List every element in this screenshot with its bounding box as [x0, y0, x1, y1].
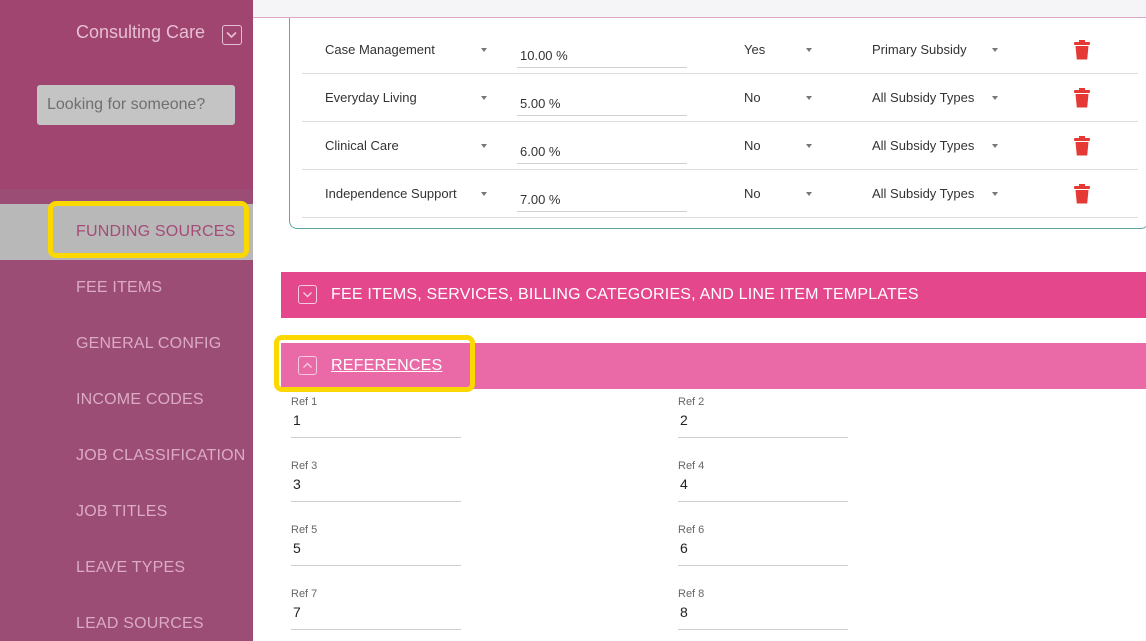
dropdown-arrow-icon[interactable]: [481, 144, 487, 148]
trash-icon[interactable]: [1074, 88, 1090, 111]
category-select[interactable]: Independence Support: [325, 186, 457, 201]
funding-table: Case Management 10.00 % Yes Primary Subs…: [289, 18, 1146, 229]
flag-select[interactable]: No: [744, 90, 761, 105]
ref-4-value: 4: [680, 476, 688, 492]
trash-icon[interactable]: [1074, 40, 1090, 63]
sidebar-item-job-classification[interactable]: JOB CLASSIFICATION: [0, 428, 253, 484]
sidebar-item-label: JOB CLASSIFICATION: [76, 447, 246, 464]
fee-items-section-header[interactable]: FEE ITEMS, SERVICES, BILLING CATEGORIES,…: [281, 272, 1146, 318]
sidebar-item-label: GENERAL CONFIG: [76, 335, 222, 352]
chevron-down-icon[interactable]: [298, 285, 317, 304]
category-select[interactable]: Case Management: [325, 42, 435, 57]
ref-8-label: Ref 8: [678, 588, 705, 600]
sidebar-item-label: LEAD SOURCES: [76, 615, 204, 632]
dropdown-arrow-icon[interactable]: [806, 96, 812, 100]
percent-value: 5.00 %: [520, 96, 561, 111]
ref-3-label: Ref 3: [291, 460, 318, 472]
sidebar-item-label: LEAVE TYPES: [76, 559, 186, 576]
percent-value: 6.00 %: [520, 144, 561, 159]
sidebar-item-general-config[interactable]: GENERAL CONFIG: [0, 316, 253, 372]
table-row: Clinical Care 6.00 % No All Subsidy Type…: [302, 122, 1138, 170]
table-row: Independence Support 7.00 % No All Subsi…: [302, 170, 1138, 218]
dropdown-arrow-icon[interactable]: [806, 48, 812, 52]
subsidy-select[interactable]: Primary Subsidy: [872, 42, 967, 57]
sidebar-item-leave-types[interactable]: LEAVE TYPES: [0, 540, 253, 596]
ref-1-field[interactable]: Ref 1 1: [291, 396, 461, 438]
flag-select[interactable]: Yes: [744, 42, 765, 57]
ref-1-value: 1: [293, 412, 301, 428]
chevron-up-icon[interactable]: [298, 356, 317, 375]
ref-2-value: 2: [680, 412, 688, 428]
sidebar-item-fee-items[interactable]: FEE ITEMS: [0, 260, 253, 316]
ref-7-value: 7: [293, 604, 301, 620]
dropdown-arrow-icon[interactable]: [992, 192, 998, 196]
subsidy-select[interactable]: All Subsidy Types: [872, 186, 974, 201]
ref-5-label: Ref 5: [291, 524, 318, 536]
sidebar-item-lead-sources[interactable]: LEAD SOURCES: [0, 596, 253, 641]
ref-1-label: Ref 1: [291, 396, 318, 408]
percent-input[interactable]: 7.00 %: [517, 182, 687, 212]
percent-value: 7.00 %: [520, 192, 561, 207]
category-select[interactable]: Clinical Care: [325, 138, 399, 153]
percent-input[interactable]: 6.00 %: [517, 134, 687, 164]
table-row: Case Management 10.00 % Yes Primary Subs…: [302, 26, 1138, 74]
org-name[interactable]: Consulting Care: [76, 22, 205, 43]
sidebar-item-label: INCOME CODES: [76, 391, 204, 408]
sidebar-header: Consulting Care: [0, 0, 253, 189]
subsidy-select[interactable]: All Subsidy Types: [872, 90, 974, 105]
percent-input[interactable]: 5.00 %: [517, 86, 687, 116]
ref-7-label: Ref 7: [291, 588, 318, 600]
chevron-down-icon[interactable]: [222, 25, 242, 45]
ref-8-field[interactable]: Ref 8 8: [678, 588, 848, 630]
table-row: Everyday Living 5.00 % No All Subsidy Ty…: [302, 74, 1138, 122]
percent-input[interactable]: 10.00 %: [517, 38, 687, 68]
sidebar-item-label: JOB TITLES: [76, 503, 168, 520]
ref-5-value: 5: [293, 540, 301, 556]
trash-icon[interactable]: [1074, 184, 1090, 207]
ref-6-label: Ref 6: [678, 524, 705, 536]
sidebar-item-job-titles[interactable]: JOB TITLES: [0, 484, 253, 540]
flag-select[interactable]: No: [744, 138, 761, 153]
percent-value: 10.00 %: [520, 48, 568, 63]
ref-7-field[interactable]: Ref 7 7: [291, 588, 461, 630]
flag-select[interactable]: No: [744, 186, 761, 201]
ref-3-field[interactable]: Ref 3 3: [291, 460, 461, 502]
trash-icon[interactable]: [1074, 136, 1090, 159]
ref-4-label: Ref 4: [678, 460, 705, 472]
ref-3-value: 3: [293, 476, 301, 492]
sidebar-item-label: FEE ITEMS: [76, 279, 163, 296]
sidebar-item-funding-sources[interactable]: FUNDING SOURCES: [0, 204, 253, 260]
sidebar-item-income-codes[interactable]: INCOME CODES: [0, 372, 253, 428]
dropdown-arrow-icon[interactable]: [481, 96, 487, 100]
subsidy-select[interactable]: All Subsidy Types: [872, 138, 974, 153]
dropdown-arrow-icon[interactable]: [806, 144, 812, 148]
ref-4-field[interactable]: Ref 4 4: [678, 460, 848, 502]
main-content: Case Management 10.00 % Yes Primary Subs…: [253, 0, 1146, 641]
ref-8-value: 8: [680, 604, 688, 620]
dropdown-arrow-icon[interactable]: [806, 192, 812, 196]
dropdown-arrow-icon[interactable]: [992, 48, 998, 52]
search-input[interactable]: [37, 85, 235, 125]
ref-2-label: Ref 2: [678, 396, 705, 408]
fee-items-section-title: FEE ITEMS, SERVICES, BILLING CATEGORIES,…: [331, 286, 919, 303]
ref-6-field[interactable]: Ref 6 6: [678, 524, 848, 566]
ref-2-field[interactable]: Ref 2 2: [678, 396, 848, 438]
top-strip: [253, 0, 1146, 18]
dropdown-arrow-icon[interactable]: [992, 96, 998, 100]
category-select[interactable]: Everyday Living: [325, 90, 417, 105]
references-section-title[interactable]: REFERENCES: [331, 357, 442, 375]
references-section-header[interactable]: REFERENCES: [281, 343, 1146, 389]
ref-6-value: 6: [680, 540, 688, 556]
dropdown-arrow-icon[interactable]: [992, 144, 998, 148]
ref-5-field[interactable]: Ref 5 5: [291, 524, 461, 566]
sidebar: Consulting Care FUNDING SOURCES FEE ITEM…: [0, 0, 253, 641]
dropdown-arrow-icon[interactable]: [481, 48, 487, 52]
dropdown-arrow-icon[interactable]: [481, 192, 487, 196]
sidebar-item-label: FUNDING SOURCES: [76, 223, 236, 240]
